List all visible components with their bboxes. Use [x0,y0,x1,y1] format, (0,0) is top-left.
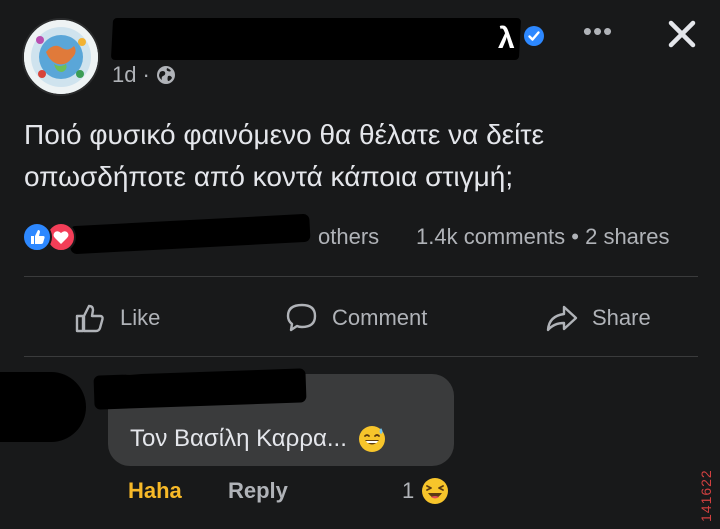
grinning-sweat-emoji-icon [357,424,387,454]
post-meta: 1d · [112,62,176,88]
comment-label: Comment [332,305,428,330]
comment-text: Τον Βασίλη Καρρα... [130,424,387,454]
globe-icon [156,65,176,85]
laughing-emoji-icon [420,476,450,506]
comment-reaction-count[interactable]: 1 [402,476,450,506]
like-label: Like [120,305,161,330]
close-button[interactable] [662,14,702,54]
haha-reaction-button[interactable]: Haha [128,478,182,504]
reactions-summary: others 1.4k comments • 2 shares [0,213,720,258]
reactors-names-redacted [69,213,311,255]
page-avatar[interactable] [22,18,100,96]
like-button[interactable]: Like [72,296,160,340]
share-arrow-icon [546,305,578,332]
divider [24,356,698,357]
watermark: 141622 [698,469,714,522]
like-reaction-icon [22,222,52,252]
post-text-line-2: οπωσδήποτε από κοντά κάποια στιγμή; [24,161,514,192]
comment-bubble-icon [286,303,317,332]
more-dots-icon: ••• [582,16,614,46]
post-actions: Like Comment Share [0,282,720,354]
meta-separator: · [142,62,150,87]
post-text-line-1: Ποιό φυσικό φαινόμενο θα θέλατε να δείτε [24,119,544,150]
comment-button[interactable]: Comment [284,296,427,340]
comments-shares-count[interactable]: 1.4k comments • 2 shares [416,224,669,250]
author-name-suffix[interactable]: λ [498,22,515,56]
more-options-button[interactable]: ••• [578,18,618,50]
share-label: Share [592,305,651,330]
reactors-others-label[interactable]: others [318,224,379,250]
comment-reaction-number: 1 [402,478,415,503]
share-button[interactable]: Share [544,296,651,340]
thumbs-up-icon [75,304,104,333]
commenter-avatar-redacted [0,372,86,442]
post-header: λ ••• 1d · [0,0,720,100]
verified-badge-icon [524,26,544,46]
post-timestamp[interactable]: 1d [112,62,136,88]
post-text: Ποιό φυσικό φαινόμενο θα θέλατε να δείτε… [24,114,704,198]
close-icon [668,20,696,48]
author-name-redacted [110,18,522,60]
globe-logo-icon [24,20,98,94]
divider [24,276,698,277]
reply-button[interactable]: Reply [228,478,288,504]
reaction-icons[interactable] [22,222,80,252]
comment-body: Τον Βασίλη Καρρα... [130,425,347,452]
